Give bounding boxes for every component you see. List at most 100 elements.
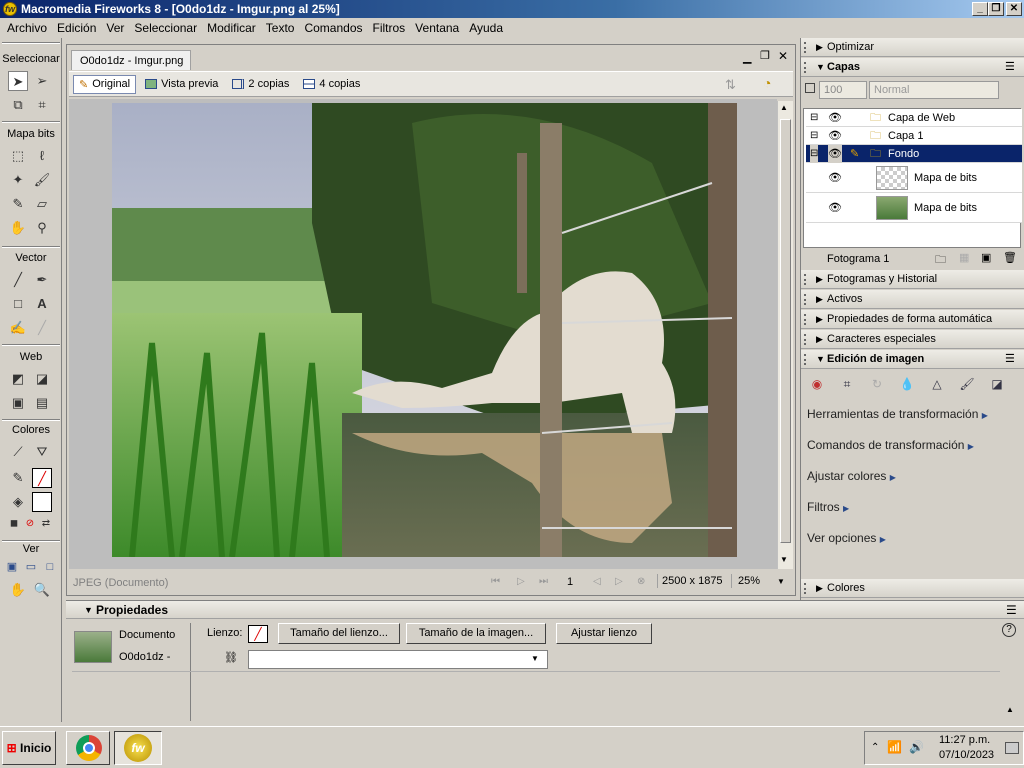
canvas-area[interactable] bbox=[69, 99, 777, 569]
panel-options-icon[interactable]: ☰ bbox=[1006, 601, 1017, 619]
canvas-size-button[interactable]: Tamaño del lienzo... bbox=[278, 623, 400, 644]
swap-colors-icon[interactable]: ⇄ bbox=[36, 514, 56, 534]
canvas-color-swatch[interactable]: ╱ bbox=[248, 625, 268, 643]
panel-layers-header[interactable]: ▼ Capas ☰ bbox=[801, 58, 1024, 77]
hide-slices-icon[interactable]: ▣ bbox=[8, 393, 28, 413]
image-size-button[interactable]: Tamaño de la imagen... bbox=[406, 623, 546, 644]
layer-row-capa1[interactable]: ⊟ 👁 🗀 Capa 1 bbox=[806, 127, 1022, 145]
eye-icon[interactable]: 👁 bbox=[828, 193, 842, 223]
scroll-up-arrow-icon[interactable]: ▲ bbox=[780, 103, 788, 112]
menu-comandos[interactable]: Comandos bbox=[299, 21, 367, 35]
eraser-tool-icon[interactable]: ▱ bbox=[32, 194, 52, 214]
document-url-select[interactable]: ▼ bbox=[248, 650, 548, 669]
freeform-tool-icon[interactable]: ✍ bbox=[8, 318, 28, 338]
eyedropper-tool-icon[interactable]: ⟋ bbox=[8, 442, 28, 462]
marquee-tool-icon[interactable]: ⬚ bbox=[8, 146, 28, 166]
prev-frame-icon[interactable]: ◁ bbox=[593, 576, 601, 587]
fit-canvas-button[interactable]: Ajustar lienzo bbox=[556, 623, 652, 644]
taskbar-fireworks-button[interactable]: fw bbox=[114, 731, 162, 765]
blur-tool-icon[interactable]: ✋ bbox=[8, 218, 28, 238]
doc-minimize-icon[interactable]: ▁ bbox=[743, 51, 751, 64]
pencil-tool-icon[interactable]: ✎ bbox=[8, 194, 28, 214]
scroll-thumb[interactable] bbox=[780, 119, 791, 543]
zoom-level[interactable]: 25% bbox=[731, 574, 766, 588]
zoom-dropdown-arrow-icon[interactable]: ▼ bbox=[777, 577, 785, 586]
menu-texto[interactable]: Texto bbox=[261, 21, 300, 35]
help-icon[interactable]: ? bbox=[1002, 623, 1016, 637]
document-tab[interactable]: O0do1dz - Imgur.png bbox=[71, 50, 191, 70]
text-tool-icon[interactable]: A bbox=[32, 294, 52, 314]
view-original-button[interactable]: ✎ Original bbox=[73, 74, 137, 94]
panel-optimize-header[interactable]: ▶ Optimizar bbox=[801, 38, 1024, 57]
link-view-options[interactable]: Ver opciones ▶ bbox=[807, 531, 886, 545]
stroke-color-icon[interactable]: ✎ bbox=[8, 468, 28, 488]
crop-icon[interactable]: ⌗ bbox=[839, 376, 855, 392]
panel-image-edit-header[interactable]: ▼ Edición de imagen ☰ bbox=[801, 350, 1024, 369]
eye-icon[interactable]: 👁 bbox=[828, 163, 842, 193]
taskbar-chrome-button[interactable] bbox=[66, 731, 110, 765]
fill-color-swatch[interactable] bbox=[32, 492, 52, 512]
knife-tool-icon[interactable]: ╱ bbox=[32, 318, 52, 338]
replace-color-icon[interactable]: ◪ bbox=[989, 376, 1005, 392]
frame-label[interactable]: Fotograma 1 bbox=[827, 253, 889, 265]
zoom-tool-icon[interactable]: 🔍 bbox=[32, 580, 52, 600]
view-2up-button[interactable]: 2 copias bbox=[227, 76, 294, 92]
full-screen-mode-icon[interactable]: □ bbox=[40, 557, 60, 577]
menu-ventana[interactable]: Ventana bbox=[410, 21, 464, 35]
link-adjust-colors[interactable]: Ajustar colores ▶ bbox=[807, 469, 896, 483]
scroll-down-arrow-icon[interactable]: ▼ bbox=[780, 555, 788, 564]
panel-options-icon[interactable]: ☰ bbox=[1005, 58, 1015, 77]
menu-ayuda[interactable]: Ayuda bbox=[464, 21, 508, 35]
fill-color-icon[interactable]: ◈ bbox=[8, 492, 28, 512]
blur-drop-icon[interactable]: 💧 bbox=[899, 376, 915, 392]
next-frame-icon[interactable]: ▷ bbox=[615, 576, 623, 587]
hand-tool-icon[interactable]: ✋ bbox=[8, 580, 28, 600]
full-screen-menus-mode-icon[interactable]: ▭ bbox=[21, 557, 41, 577]
layer-row-web[interactable]: ⊟ 👁 🗀 Capa de Web bbox=[806, 109, 1022, 127]
link-transform-tools[interactable]: Herramientas de transformación ▶ bbox=[807, 407, 988, 421]
panel-auto-shape-header[interactable]: ▶ Propiedades de forma automática bbox=[801, 310, 1024, 329]
scale-tool-icon[interactable]: ⧉ bbox=[8, 95, 28, 115]
start-button[interactable]: ⊞ Inicio bbox=[2, 731, 56, 765]
collapse-up-arrow-icon[interactable]: ▲ bbox=[1006, 705, 1014, 714]
properties-header[interactable]: ▼ Propiedades ☰ bbox=[66, 601, 1024, 619]
menu-seleccionar[interactable]: Seleccionar bbox=[129, 21, 202, 35]
paint-bucket-tool-icon[interactable]: ⛛ bbox=[32, 442, 52, 462]
eye-icon[interactable]: 👁 bbox=[828, 109, 842, 127]
sharpen-icon[interactable]: △ bbox=[929, 376, 945, 392]
menu-modificar[interactable]: Modificar bbox=[202, 21, 261, 35]
clock-time[interactable]: 11:27 p.m. bbox=[939, 734, 990, 746]
layer-lock-icon[interactable] bbox=[805, 83, 815, 93]
panel-options-icon[interactable]: ☰ bbox=[1005, 350, 1015, 369]
rubber-stamp-tool-icon[interactable]: ⚲ bbox=[32, 218, 52, 238]
last-frame-icon[interactable]: ⏭ bbox=[539, 576, 548, 587]
panel-frames-history-header[interactable]: ▶ Fotogramas y Historial bbox=[801, 270, 1024, 289]
rectangle-tool-icon[interactable]: □ bbox=[8, 294, 28, 314]
slice-tool-icon[interactable]: ◪ bbox=[32, 369, 52, 389]
opacity-field[interactable]: 100 bbox=[819, 81, 867, 99]
volume-icon[interactable]: 🔊 bbox=[909, 740, 924, 754]
red-eye-icon[interactable]: ◉ bbox=[809, 376, 825, 392]
dodge-brush-icon[interactable]: 🖌 bbox=[959, 376, 975, 392]
blend-mode-select[interactable]: Normal bbox=[869, 81, 999, 99]
subselect-tool-icon[interactable]: ➢ bbox=[32, 71, 52, 91]
doc-close-icon[interactable]: ✕ bbox=[778, 49, 788, 63]
clock-date[interactable]: 07/10/2023 bbox=[939, 749, 994, 761]
delete-layer-icon[interactable]: 🗑 bbox=[1003, 251, 1017, 264]
canvas-vertical-scrollbar[interactable]: ▲ ▼ bbox=[777, 101, 793, 569]
close-button[interactable]: ✕ bbox=[1006, 2, 1022, 16]
document-image-alpaca-drinking[interactable] bbox=[112, 103, 737, 557]
pointer-tool-icon[interactable]: ➤ bbox=[8, 71, 28, 91]
network-icon[interactable]: 📶 bbox=[887, 740, 902, 754]
menu-archivo[interactable]: Archivo bbox=[2, 21, 52, 35]
panel-assets-header[interactable]: ▶ Activos bbox=[801, 290, 1024, 309]
layer-row-bitmap-1[interactable]: 👁 Mapa de bits bbox=[806, 163, 1022, 193]
eye-icon[interactable]: 👁 bbox=[828, 127, 842, 145]
brush-tool-icon[interactable]: 🖌 bbox=[32, 170, 52, 190]
add-mask-icon[interactable]: ▦ bbox=[959, 251, 969, 264]
stroke-color-swatch[interactable]: ╱ bbox=[32, 468, 52, 488]
new-sublayer-icon[interactable]: 🗀 bbox=[935, 251, 946, 270]
restore-button[interactable]: ❐ bbox=[988, 2, 1004, 16]
pen-tool-icon[interactable]: ✒ bbox=[32, 270, 52, 290]
crop-tool-icon[interactable]: ⌗ bbox=[32, 95, 52, 115]
